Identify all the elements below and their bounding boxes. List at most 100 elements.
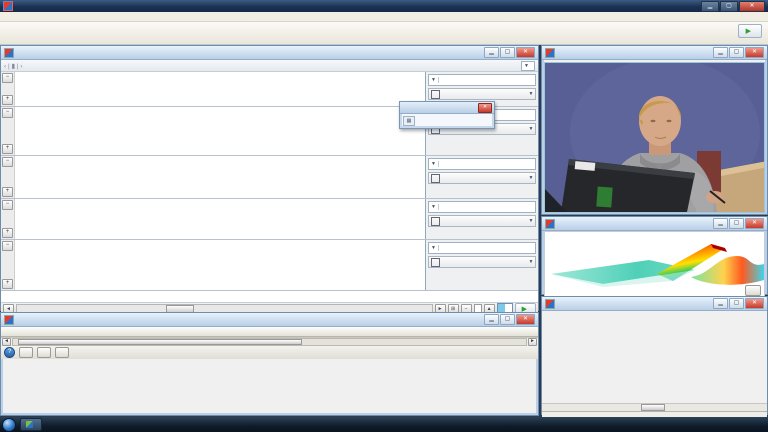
chevron-down-icon: ▼	[429, 77, 439, 83]
taskbar	[0, 417, 768, 432]
block-marks[interactable]: ‹ | ▮ | ›	[4, 62, 23, 70]
channel-color-swatch	[431, 174, 440, 183]
webcam-window-titlebar[interactable]: ▁ ▢ ✕	[542, 46, 767, 60]
waterfall-plot[interactable]	[544, 231, 765, 299]
webcam-minimize-button[interactable]: ▁	[713, 47, 728, 58]
channel-status-icon[interactable]	[525, 160, 534, 169]
plot-ecg[interactable]	[37, 156, 425, 198]
scrollbar-thumb[interactable]	[641, 404, 665, 411]
averaging-maximize-button[interactable]: ▢	[729, 298, 744, 309]
ecg-table-window: ▁ ▢ ✕ ◄► ?	[0, 312, 539, 416]
plot-edr[interactable]	[37, 240, 425, 290]
value-dropdown-edr[interactable]: ▼	[428, 242, 536, 254]
table-hscrollbar[interactable]: ◄►	[1, 337, 538, 346]
plot-temperature[interactable]	[37, 107, 425, 155]
averaging-scrollbar[interactable]	[542, 403, 767, 411]
waterfall-close-button[interactable]: ✕	[745, 218, 764, 229]
play-icon: ▶	[746, 27, 751, 35]
channel-select-alpha-wave[interactable]: ▼	[428, 215, 536, 227]
channel-edr: − + ▼ ▼	[1, 240, 538, 291]
scrollbar-thumb[interactable]	[18, 339, 302, 345]
scroll-left-button[interactable]: ◄	[2, 338, 11, 346]
averaging-chart	[542, 311, 765, 398]
reset-button[interactable]	[745, 285, 761, 296]
averaging-close-button[interactable]: ✕	[745, 298, 764, 309]
y-axis-edr	[15, 240, 37, 290]
scale-minus-button[interactable]: −	[2, 200, 13, 210]
scale-minus-button[interactable]: −	[2, 157, 13, 167]
y-axis-alpha-wave	[15, 199, 37, 239]
chart-minimize-button[interactable]: ▁	[484, 47, 499, 58]
channel-ecg: − + ▼ ▼	[1, 156, 538, 199]
scale-plus-button[interactable]: +	[2, 228, 13, 238]
scale-plus-button[interactable]: +	[2, 279, 13, 289]
table-maximize-button[interactable]: ▢	[500, 314, 515, 325]
windows-start-orb[interactable]	[2, 418, 16, 432]
time-axis	[1, 291, 538, 303]
plot-alpha-wave[interactable]	[37, 199, 425, 239]
scale-plus-button[interactable]: +	[2, 144, 13, 154]
value-dropdown-ecg[interactable]: ▼	[428, 158, 536, 170]
app-close-button[interactable]: ✕	[739, 1, 765, 12]
waterfall-window: ▁ ▢ ✕	[541, 216, 768, 295]
document-icon	[545, 219, 555, 229]
averaging-plot[interactable]	[542, 311, 767, 422]
add-to-datapad-button[interactable]	[55, 347, 69, 358]
channel-status-icon[interactable]	[525, 203, 534, 212]
menu-bar	[0, 12, 768, 22]
y-axis-ecg	[15, 156, 37, 198]
scale-minus-button[interactable]: −	[2, 73, 13, 83]
chevron-down-icon: ▼	[527, 259, 535, 265]
value-dropdown-alpha-wave[interactable]: ▼	[428, 201, 536, 213]
chevron-down-icon: ▼	[429, 204, 439, 210]
help-icon[interactable]: ?	[4, 347, 15, 358]
chevron-down-icon: ▼	[527, 91, 535, 97]
channel-status-icon[interactable]	[525, 76, 534, 85]
averaging-minimize-button[interactable]: ▁	[713, 298, 728, 309]
chart-close-button[interactable]: ✕	[516, 47, 535, 58]
table-window-titlebar[interactable]: ▁ ▢ ✕	[1, 313, 538, 327]
table-minimize-button[interactable]: ▁	[484, 314, 499, 325]
scale-plus-button[interactable]: +	[2, 187, 13, 197]
channel-select-heart-rate[interactable]: ▼	[428, 88, 536, 100]
channel-color-swatch	[431, 258, 440, 267]
app-minimize-button[interactable]: ▁	[701, 1, 719, 12]
time-selector[interactable]: ▼	[521, 61, 535, 71]
channel-color-swatch	[431, 90, 440, 99]
labchart-task-icon	[26, 421, 33, 428]
scroll-right-button[interactable]: ►	[528, 338, 537, 346]
webcam-close-button[interactable]: ✕	[745, 47, 764, 58]
desktop: ▁ ▢ ✕ ▶ ▁ ▢ ✕ ‹ | ▮ |	[0, 0, 768, 432]
value-dropdown-heart-rate[interactable]: ▼	[428, 74, 536, 86]
channel-status-icon[interactable]	[525, 111, 534, 120]
channel-select-edr[interactable]: ▼	[428, 256, 536, 268]
heart-rate-popup[interactable]: ✕ ▦	[399, 101, 495, 129]
plot-heart-rate[interactable]	[37, 72, 425, 106]
channel-select-ecg[interactable]: ▼	[428, 172, 536, 184]
chart-maximize-button[interactable]: ▢	[500, 47, 515, 58]
waterfall-surface	[545, 232, 766, 296]
averaging-window-titlebar[interactable]: ▁ ▢ ✕	[542, 297, 767, 311]
chart-window-titlebar[interactable]: ▁ ▢ ✕	[1, 46, 538, 60]
chevron-down-icon: ▼	[527, 126, 535, 132]
chevron-down-icon: ▼	[429, 245, 439, 251]
waterfall-maximize-button[interactable]: ▢	[729, 218, 744, 229]
table-close-button[interactable]: ✕	[516, 314, 535, 325]
options-button[interactable]	[37, 347, 51, 358]
channel-status-icon[interactable]	[525, 244, 534, 253]
scale-minus-button[interactable]: −	[2, 108, 13, 118]
export-button[interactable]	[19, 347, 33, 358]
webcam-video-frame	[544, 62, 765, 213]
sampling-start-button[interactable]: ▶	[738, 24, 762, 38]
taskbar-app-button[interactable]	[20, 418, 42, 431]
waterfall-minimize-button[interactable]: ▁	[713, 218, 728, 229]
popup-close-button[interactable]: ✕	[478, 103, 492, 113]
labchart-app-icon	[3, 1, 13, 11]
waterfall-window-titlebar[interactable]: ▁ ▢ ✕	[542, 217, 767, 231]
scale-minus-button[interactable]: −	[2, 241, 13, 251]
webcam-maximize-button[interactable]: ▢	[729, 47, 744, 58]
popup-titlebar[interactable]: ✕	[400, 102, 494, 114]
scale-plus-button[interactable]: +	[2, 95, 13, 105]
chevron-down-icon: ▼	[527, 175, 535, 181]
app-maximize-button[interactable]: ▢	[720, 1, 738, 12]
